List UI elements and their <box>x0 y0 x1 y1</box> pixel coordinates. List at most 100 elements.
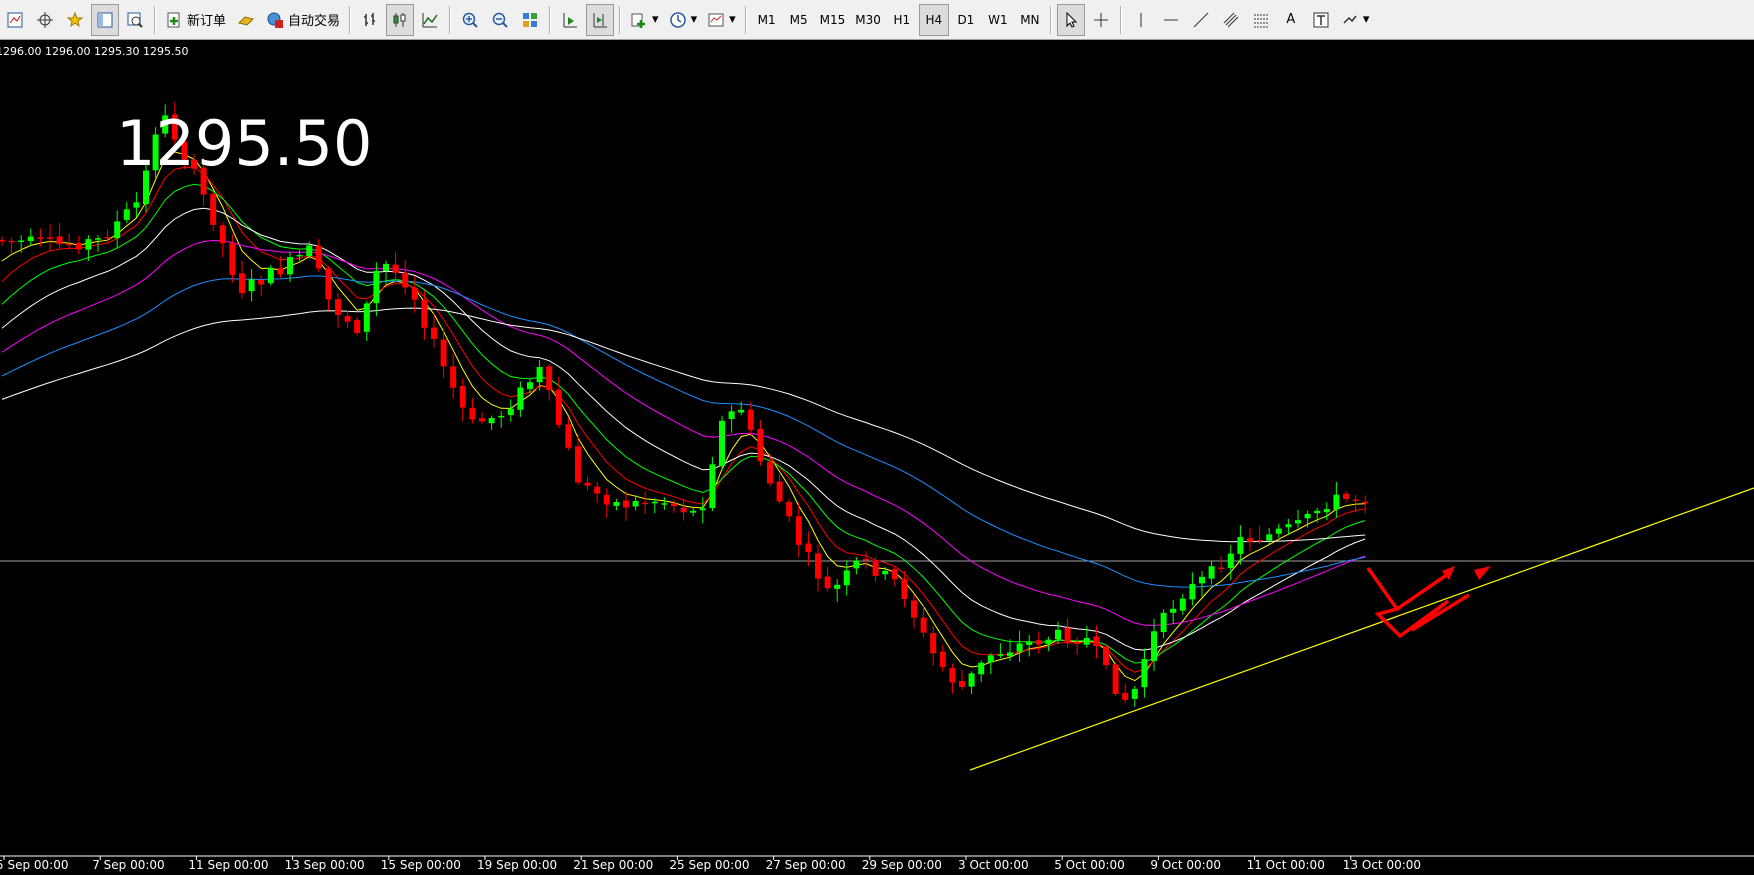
horizontal-line-button[interactable] <box>1157 4 1185 36</box>
periods-button[interactable]: ▾ <box>665 4 702 36</box>
timeframe-h4[interactable]: H4 <box>918 3 949 36</box>
candle-body <box>8 240 15 243</box>
auto-trading-button[interactable]: 自动交易 <box>262 4 344 36</box>
candle-body <box>229 243 236 275</box>
time-tick-label: 5 Sep 00:00 <box>0 858 68 872</box>
timeframe-w1[interactable]: W1 <box>983 4 1013 36</box>
candle-body <box>27 236 34 242</box>
toolbar-separator <box>1119 5 1122 34</box>
candle-body <box>210 193 217 225</box>
candle-body <box>1026 641 1033 645</box>
vertical-line-button[interactable] <box>1127 4 1155 36</box>
candle-body <box>1189 583 1196 600</box>
timeframe-mn[interactable]: MN <box>1015 4 1045 36</box>
text-label-button[interactable] <box>1307 4 1335 36</box>
trendline-button[interactable] <box>1187 4 1215 36</box>
magnifier-chart-icon <box>127 12 143 28</box>
line-chart-button[interactable] <box>416 4 444 36</box>
candle-body <box>1112 664 1119 694</box>
candle-body <box>824 576 831 589</box>
text-tool-button[interactable]: A <box>1277 4 1305 36</box>
navigator-icon <box>97 12 113 27</box>
candle-body <box>728 411 735 419</box>
fibonacci-button[interactable] <box>1247 4 1275 36</box>
new-order-icon <box>167 12 180 27</box>
line-chart-icon <box>422 12 438 27</box>
candle-body <box>719 420 725 466</box>
add-chart-button[interactable] <box>1 4 29 36</box>
time-axis-ticks: 5 Sep 00:00 7 Sep 00:00 11 Sep 00:00 13 Sep… <box>0 856 1421 872</box>
candle-body <box>431 327 437 339</box>
timeframe-m30[interactable]: M30 <box>851 4 885 36</box>
crosshair-button[interactable] <box>31 4 59 36</box>
candle-body <box>1208 566 1215 579</box>
chevron-down-icon: ▾ <box>1362 12 1370 27</box>
templates-button[interactable]: ▾ <box>703 4 740 36</box>
candle-body <box>287 257 293 275</box>
candle-body <box>805 543 812 552</box>
chart-shift-button[interactable] <box>586 3 615 36</box>
timeframe-m1[interactable]: M1 <box>752 4 782 36</box>
navigator-button[interactable] <box>91 3 119 36</box>
zoom-out-button[interactable] <box>486 4 514 36</box>
candle-body <box>479 418 485 422</box>
candle-body <box>1083 638 1090 645</box>
tester-button[interactable] <box>121 4 149 36</box>
candle-body <box>1151 631 1157 661</box>
cursor-button[interactable] <box>1056 3 1085 36</box>
candle-body <box>882 570 889 575</box>
candle-body <box>901 578 908 599</box>
candle-body <box>75 243 82 250</box>
chevron-down-icon: ▾ <box>690 12 698 27</box>
zoom-in-icon <box>462 12 478 28</box>
candle-body <box>680 507 687 513</box>
candle-body <box>575 446 581 483</box>
timeframe-m15[interactable]: M15 <box>816 4 850 36</box>
candle-body <box>306 245 313 256</box>
candle-body <box>594 486 601 494</box>
candle-body <box>853 560 860 569</box>
crosshair-tool-button[interactable] <box>1087 4 1115 36</box>
candle-body <box>1314 510 1321 514</box>
zoom-in-button[interactable] <box>456 4 484 36</box>
time-tick-label: 11 Sep 00:00 <box>188 858 268 872</box>
candlestick-icon <box>393 12 406 27</box>
toolbar-separator <box>744 5 747 34</box>
candle-body <box>440 339 447 367</box>
bar-chart-button[interactable] <box>356 4 384 36</box>
candle-body <box>1093 636 1100 646</box>
candle-body <box>872 560 879 576</box>
new-order-button[interactable]: 新订单 <box>161 4 230 36</box>
add-indicator-icon <box>631 13 646 28</box>
favorites-button[interactable] <box>61 4 89 36</box>
candle-body <box>507 408 514 416</box>
strategy-button[interactable] <box>232 4 260 36</box>
candle-body <box>623 500 629 508</box>
timeframe-m5[interactable]: M5 <box>784 4 814 36</box>
timeframe-d1[interactable]: D1 <box>951 4 981 36</box>
auto-scroll-button[interactable] <box>556 4 584 36</box>
candle-body <box>911 600 917 618</box>
candle-body <box>709 464 716 509</box>
chart-canvas[interactable]: 1296.00 1296.00 1295.30 1295.50 1295.50 … <box>0 40 1754 875</box>
timeframe-h1[interactable]: H1 <box>887 4 917 36</box>
candle-body <box>133 202 140 208</box>
clock-icon <box>669 11 686 28</box>
time-tick-label: 11 Oct 00:00 <box>1247 858 1325 872</box>
tile-windows-button[interactable] <box>516 4 544 36</box>
time-tick-label: 7 Sep 00:00 <box>92 858 164 872</box>
equidistant-channel-button[interactable] <box>1217 4 1245 36</box>
candle-body <box>354 319 361 333</box>
price-chart[interactable]: 1296.00 1296.00 1295.30 1295.50 1295.50 … <box>0 40 1754 875</box>
arrows-button[interactable]: ▾ <box>1337 4 1374 36</box>
time-tick-label: 21 Sep 00:00 <box>573 858 653 872</box>
candle-body <box>959 681 965 687</box>
candle-chart-button[interactable] <box>386 3 415 36</box>
candle-body <box>891 569 898 580</box>
candle-body <box>1352 499 1359 501</box>
gold-bar-icon <box>238 15 254 26</box>
candle-body <box>613 502 620 506</box>
candle-body <box>469 408 476 420</box>
candle-body <box>651 501 658 504</box>
indicators-button[interactable]: ▾ <box>626 4 663 36</box>
